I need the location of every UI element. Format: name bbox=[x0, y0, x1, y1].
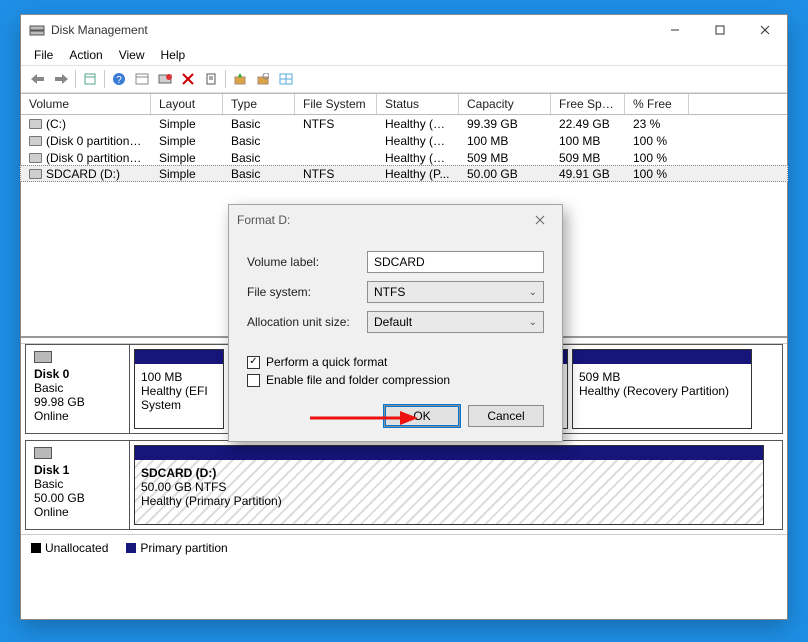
col-status[interactable]: Status bbox=[377, 94, 459, 114]
volume-icon bbox=[29, 136, 42, 146]
table-row[interactable]: SDCARD (D:)SimpleBasicNTFSHealthy (P...5… bbox=[20, 165, 788, 182]
col-capacity[interactable]: Capacity bbox=[459, 94, 551, 114]
close-button[interactable] bbox=[742, 16, 787, 45]
volume-list[interactable]: (C:)SimpleBasicNTFSHealthy (B...99.39 GB… bbox=[21, 115, 787, 181]
settings-icon[interactable] bbox=[131, 68, 153, 90]
table-row[interactable]: (C:)SimpleBasicNTFSHealthy (B...99.39 GB… bbox=[21, 115, 787, 132]
legend-primary: Primary partition bbox=[126, 541, 227, 555]
label-allocunit: Allocation unit size: bbox=[247, 315, 367, 329]
disk-row[interactable]: Disk 1Basic50.00 GBOnlineSDCARD (D:)50.0… bbox=[25, 440, 783, 530]
volume-icon bbox=[29, 169, 42, 179]
quick-format-checkbox[interactable]: ✓ Perform a quick format bbox=[247, 355, 544, 369]
show-hide-icon[interactable] bbox=[79, 68, 101, 90]
menu-help[interactable]: Help bbox=[154, 46, 193, 64]
checkbox-icon bbox=[247, 374, 260, 387]
volume-label-input[interactable] bbox=[367, 251, 544, 273]
dialog-close-button[interactable] bbox=[526, 209, 554, 231]
window-title: Disk Management bbox=[51, 23, 652, 37]
svg-text:?: ? bbox=[116, 75, 122, 86]
volume-icon bbox=[29, 153, 42, 163]
menu-view[interactable]: View bbox=[112, 46, 152, 64]
col-pctfree[interactable]: % Free bbox=[625, 94, 689, 114]
allocation-select[interactable]: Default⌄ bbox=[367, 311, 544, 333]
legend-unallocated: Unallocated bbox=[31, 541, 108, 555]
menubar: File Action View Help bbox=[21, 45, 787, 65]
maximize-button[interactable] bbox=[697, 16, 742, 45]
dialog-titlebar: Format D: bbox=[229, 205, 562, 235]
cancel-button[interactable]: Cancel bbox=[468, 405, 544, 427]
forward-icon[interactable] bbox=[50, 68, 72, 90]
format-dialog: Format D: Volume label: File system: NTF… bbox=[228, 204, 563, 442]
legend: Unallocated Primary partition bbox=[21, 534, 787, 561]
tool-icon-3[interactable] bbox=[275, 68, 297, 90]
delete-icon[interactable] bbox=[177, 68, 199, 90]
partition[interactable]: 509 MBHealthy (Recovery Partition) bbox=[572, 349, 752, 429]
help-icon[interactable]: ? bbox=[108, 68, 130, 90]
toolbar: ? bbox=[21, 65, 787, 93]
back-icon[interactable] bbox=[27, 68, 49, 90]
col-type[interactable]: Type bbox=[223, 94, 295, 114]
disk-icon bbox=[34, 351, 52, 363]
disk-info: Disk 1Basic50.00 GBOnline bbox=[26, 441, 130, 529]
col-volume[interactable]: Volume bbox=[21, 94, 151, 114]
label-filesystem: File system: bbox=[247, 285, 367, 299]
chevron-down-icon: ⌄ bbox=[529, 287, 537, 298]
minimize-button[interactable] bbox=[652, 16, 697, 45]
volume-icon bbox=[29, 119, 42, 129]
col-filesystem[interactable]: File System bbox=[295, 94, 377, 114]
app-icon bbox=[29, 22, 45, 38]
tool-icon-1[interactable] bbox=[229, 68, 251, 90]
menu-action[interactable]: Action bbox=[62, 46, 109, 64]
col-freespace[interactable]: Free Spa... bbox=[551, 94, 625, 114]
table-row[interactable]: (Disk 0 partition 4)SimpleBasicHealthy (… bbox=[21, 149, 787, 166]
compression-checkbox[interactable]: Enable file and folder compression bbox=[247, 373, 544, 387]
partition[interactable]: SDCARD (D:)50.00 GB NTFSHealthy (Primary… bbox=[134, 445, 764, 525]
properties-icon[interactable] bbox=[200, 68, 222, 90]
partition[interactable]: 100 MBHealthy (EFI System bbox=[134, 349, 224, 429]
dialog-title: Format D: bbox=[237, 213, 290, 227]
filesystem-select[interactable]: NTFS⌄ bbox=[367, 281, 544, 303]
table-row[interactable]: (Disk 0 partition 1)SimpleBasicHealthy (… bbox=[21, 132, 787, 149]
disk-info: Disk 0Basic99.98 GBOnline bbox=[26, 345, 130, 433]
checkbox-icon: ✓ bbox=[247, 356, 260, 369]
menu-file[interactable]: File bbox=[27, 46, 60, 64]
col-layout[interactable]: Layout bbox=[151, 94, 223, 114]
titlebar: Disk Management bbox=[21, 15, 787, 45]
action-icon[interactable] bbox=[154, 68, 176, 90]
disk-icon bbox=[34, 447, 52, 459]
chevron-down-icon: ⌄ bbox=[529, 317, 537, 328]
ok-button[interactable]: OK bbox=[384, 405, 460, 427]
volume-list-header: Volume Layout Type File System Status Ca… bbox=[21, 93, 787, 115]
label-volume: Volume label: bbox=[247, 255, 367, 269]
tool-icon-2[interactable] bbox=[252, 68, 274, 90]
